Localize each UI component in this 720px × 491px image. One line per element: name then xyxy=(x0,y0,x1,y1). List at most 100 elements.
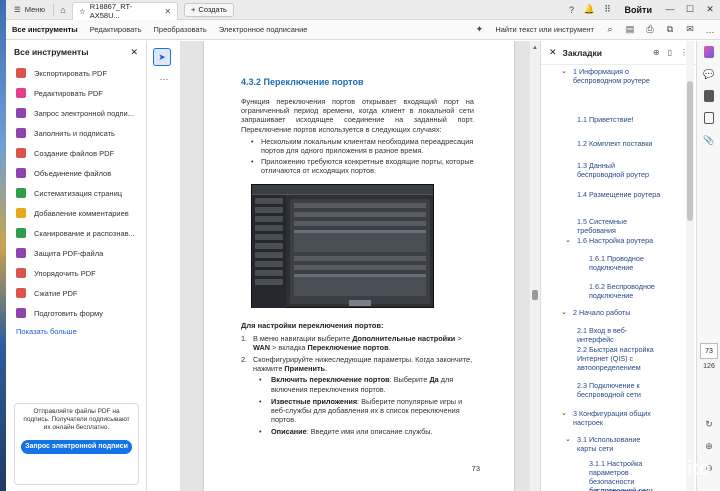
tool-item[interactable]: Систематизация страниц xyxy=(6,183,146,203)
apps-grid-icon[interactable]: ⠿ xyxy=(599,4,617,15)
tool-label: Защита PDF-файла xyxy=(34,248,104,258)
bookmark-item[interactable]: ⌄ 2 Начало работы xyxy=(561,308,663,317)
tool-item[interactable]: Редактировать PDF xyxy=(6,83,146,103)
bookmark-item[interactable]: 1.6.2 Беспроводное подключение xyxy=(589,282,667,300)
bookmark-item[interactable]: 2.1 Вход в веб-интерфейс xyxy=(577,326,661,344)
panel-title: Все инструменты xyxy=(14,47,89,57)
bookmark-options-icon[interactable]: ▯ xyxy=(668,48,672,57)
toolbar-esign[interactable]: Электронное подписание xyxy=(213,25,314,34)
bookmarks-scrollbar[interactable] xyxy=(686,41,694,491)
more-tools-icon[interactable]: ··· xyxy=(153,74,175,84)
tool-item[interactable]: Сканирование и распознав... xyxy=(6,223,146,243)
expand-chevron-icon[interactable]: ⌄ xyxy=(565,236,571,245)
new-tab-button[interactable]: + Создать xyxy=(184,2,234,17)
current-page-input[interactable]: 73 xyxy=(700,343,718,359)
bookmark-icon[interactable] xyxy=(697,85,720,107)
bookmarks-panel: ✕ Закладки ⊕ ▯ ⋮ ⌄ 1 Информация о беспров… xyxy=(540,41,696,491)
print-icon[interactable]: ⎙ xyxy=(640,24,660,35)
tool-item[interactable]: Сжатие PDF xyxy=(6,283,146,303)
notifications-icon[interactable]: 🔔 xyxy=(581,4,599,15)
comment-icon[interactable]: 💬 xyxy=(697,63,720,85)
bookmark-item[interactable]: 1.1 Приветствие! xyxy=(577,115,661,124)
tool-label: Подготовить форму xyxy=(34,308,103,318)
ai-sparkle-icon[interactable]: ✦ xyxy=(469,24,489,35)
tool-item[interactable]: Упорядочить PDF xyxy=(6,263,146,283)
close-tab-icon[interactable]: ✕ xyxy=(164,7,171,16)
title-bar: ☰ Меню ⌂ ☆ R18867_RT-AX58U... ✕ + Создат… xyxy=(6,0,720,20)
sign-in-button[interactable]: Войти xyxy=(617,5,660,15)
tool-item[interactable]: Запрос электронной подпи... xyxy=(6,103,146,123)
sub-item: Известные приложения: Выберите популярны… xyxy=(259,397,474,425)
ai-assistant-icon[interactable] xyxy=(697,41,720,63)
show-more-link[interactable]: Показать больше xyxy=(6,323,146,340)
expand-chevron-icon[interactable]: ⌄ xyxy=(561,67,567,76)
minimize-icon[interactable]: — xyxy=(660,4,680,15)
bookmark-item[interactable]: 1.2 Комплект поставки xyxy=(577,139,661,148)
home-icon[interactable]: ⌂ xyxy=(54,5,72,15)
menu-label: Меню xyxy=(24,5,46,14)
tool-item[interactable]: Защита PDF-файла xyxy=(6,243,146,263)
tool-icon xyxy=(16,308,26,318)
bookmark-item[interactable]: ⌄ 1 Информация о беспроводном роутере xyxy=(561,67,663,85)
page-thumbnails-icon[interactable] xyxy=(697,107,720,129)
save-icon[interactable]: ▤ xyxy=(620,24,640,35)
maximize-icon[interactable]: ☐ xyxy=(680,4,700,15)
close-window-icon[interactable]: ✕ xyxy=(700,4,720,15)
bookmark-item[interactable]: ⌄ 3.1 Использование карты сети xyxy=(565,435,661,453)
search-icon[interactable]: ⌕ xyxy=(600,24,620,35)
tool-item[interactable]: Создание файлов PDF xyxy=(6,143,146,163)
bookmark-item[interactable]: 1.6.1 Проводное подключение xyxy=(589,254,667,272)
bookmark-label: 2 Начало работы xyxy=(573,308,631,317)
bookmark-item[interactable]: 2.3 Подключение к беспроводной сети xyxy=(577,381,661,399)
bookmark-item[interactable]: ⌄ 3 Конфигурация общих настроек xyxy=(561,409,663,427)
intro-paragraph: Функция переключения портов открывает вх… xyxy=(241,97,474,134)
close-panel-icon[interactable]: ✕ xyxy=(130,47,138,58)
close-bookmarks-icon[interactable]: ✕ xyxy=(549,47,557,58)
tool-item[interactable]: Экспортировать PDF xyxy=(6,63,146,83)
tool-item[interactable]: Подготовить форму xyxy=(6,303,146,323)
zoom-in-icon[interactable]: ⊕ xyxy=(697,435,720,457)
email-icon[interactable]: ✉ xyxy=(680,24,700,35)
tool-item[interactable]: Добавление комментариев xyxy=(6,203,146,223)
tool-icon xyxy=(16,68,26,78)
menu-button[interactable]: ☰ Меню xyxy=(6,0,53,20)
share-link-icon[interactable]: ⧉ xyxy=(660,24,680,35)
document-tab[interactable]: ☆ R18867_RT-AX58U... ✕ xyxy=(72,1,179,20)
document-view[interactable]: 4.3.2 Переключение портов Функция перекл… xyxy=(180,41,532,491)
bookmark-item[interactable]: 1.4 Размещение роутера xyxy=(577,190,661,199)
scroll-up-icon[interactable]: ▲ xyxy=(530,45,540,51)
star-icon[interactable]: ☆ xyxy=(79,7,86,16)
tool-item[interactable]: Объединение файлов xyxy=(6,163,146,183)
bookmark-item[interactable]: 3.1.2 Управление сетевыми клиентами xyxy=(589,487,667,491)
expand-chevron-icon[interactable]: ⌄ xyxy=(565,435,571,444)
page-number: 73 xyxy=(471,464,480,473)
tool-label: Экспортировать PDF xyxy=(34,68,108,78)
sub-item: Включить переключение портов: Выберите Д… xyxy=(259,375,474,393)
scroll-thumb[interactable] xyxy=(532,290,538,300)
tool-icon xyxy=(16,288,26,298)
find-text-button[interactable]: Найти текст или инструмент xyxy=(489,25,600,34)
expand-chevron-icon[interactable]: ⌄ xyxy=(561,409,567,418)
help-icon[interactable]: ? xyxy=(563,5,581,15)
list-item: Приложению требуются конкретные входящие… xyxy=(251,157,474,175)
acrobat-window: ☰ Меню ⌂ ☆ R18867_RT-AX58U... ✕ + Создат… xyxy=(6,0,720,491)
toolbar-all-tools[interactable]: Все инструменты xyxy=(6,25,84,34)
request-esign-button[interactable]: Запрос электронной подписи xyxy=(21,440,132,454)
bookmarks-scroll-thumb[interactable] xyxy=(687,81,693,221)
expand-chevron-icon[interactable]: ⌄ xyxy=(561,308,567,317)
more-icon[interactable]: … xyxy=(700,25,720,35)
bookmark-item[interactable]: 2.2 Быстрая настройка Интернет (QIS) с а… xyxy=(577,345,661,372)
bookmark-item[interactable]: ⌄ 1.6 Настройка роутера xyxy=(565,236,661,245)
tool-label: Сжатие PDF xyxy=(34,288,78,298)
toolbar-convert[interactable]: Преобразовать xyxy=(148,25,213,34)
bookmark-item[interactable]: 1.3 Данный беспроводной роутер xyxy=(577,161,661,179)
bookmark-item[interactable]: 1.5 Системные требования xyxy=(577,217,661,235)
step-item: 2. Сконфигурируйте нижеследующие параметр… xyxy=(241,355,474,437)
document-scrollbar[interactable]: ▲ xyxy=(530,41,540,491)
attachments-icon[interactable]: 📎 xyxy=(697,129,720,151)
add-bookmark-icon[interactable]: ⊕ xyxy=(653,48,660,57)
refresh-icon[interactable]: ↻ xyxy=(697,413,720,435)
select-cursor-icon[interactable]: ➤ xyxy=(153,48,171,66)
toolbar-edit[interactable]: Редактировать xyxy=(84,25,148,34)
tool-item[interactable]: Заполнить и подписать xyxy=(6,123,146,143)
